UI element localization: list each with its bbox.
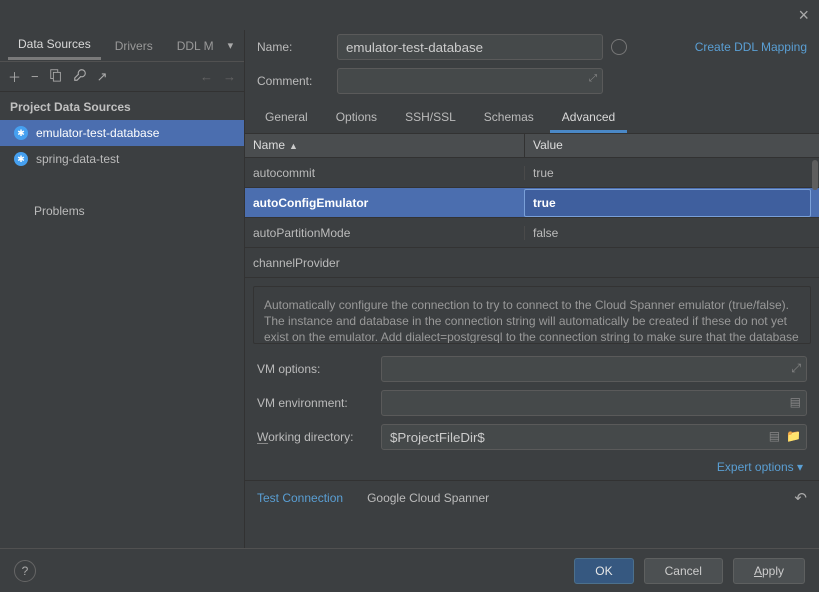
- database-icon: ✱: [14, 126, 28, 140]
- driver-name[interactable]: Google Cloud Spanner: [367, 491, 489, 505]
- copy-icon[interactable]: [49, 68, 63, 85]
- problems-item[interactable]: Problems: [0, 198, 244, 224]
- comment-input[interactable]: [337, 68, 603, 94]
- chevron-down-icon[interactable]: ▾: [228, 39, 234, 52]
- tab-ddl[interactable]: DDL M: [167, 33, 224, 59]
- cancel-button[interactable]: Cancel: [644, 558, 723, 584]
- vm-options-input[interactable]: [381, 356, 807, 382]
- subtab-schemas[interactable]: Schemas: [472, 104, 546, 133]
- data-source-label: spring-data-test: [36, 152, 244, 166]
- expert-options-link[interactable]: Expert options ▾: [717, 460, 803, 474]
- subtab-options[interactable]: Options: [324, 104, 389, 133]
- database-icon: ✱: [14, 152, 28, 166]
- data-source-item[interactable]: ✱ emulator-test-database: [0, 120, 244, 146]
- working-dir-label: Working directory:: [257, 430, 373, 444]
- help-button[interactable]: ?: [14, 560, 36, 582]
- working-dir-input[interactable]: [381, 424, 807, 450]
- property-value[interactable]: false: [524, 226, 819, 240]
- col-name[interactable]: Name▲: [245, 134, 524, 157]
- property-value[interactable]: true: [524, 189, 811, 217]
- expand-icon[interactable]: ⤢: [589, 73, 597, 84]
- data-source-item[interactable]: ✱ spring-data-test: [0, 146, 244, 172]
- sub-tabs: GeneralOptionsSSH/SSLSchemasAdvanced: [245, 104, 819, 134]
- vm-env-input[interactable]: [381, 390, 807, 416]
- color-circle-icon[interactable]: [611, 39, 627, 55]
- list-icon[interactable]: ▤: [790, 395, 801, 409]
- property-name: channelProvider: [245, 256, 524, 270]
- property-row[interactable]: autoPartitionModefalse: [245, 218, 819, 248]
- property-row[interactable]: autocommittrue: [245, 158, 819, 188]
- sort-asc-icon: ▲: [289, 141, 298, 151]
- property-name: autocommit: [245, 166, 524, 180]
- wrench-icon[interactable]: [73, 68, 87, 85]
- subtab-sshssl[interactable]: SSH/SSL: [393, 104, 468, 133]
- vm-env-label: VM environment:: [257, 396, 373, 410]
- property-row[interactable]: channelProvider: [245, 248, 819, 278]
- vm-options-label: VM options:: [257, 362, 373, 376]
- scrollbar-thumb[interactable]: [812, 160, 818, 190]
- remove-icon[interactable]: −: [31, 69, 39, 84]
- expand-icon[interactable]: ⤢: [791, 361, 801, 376]
- subtab-general[interactable]: General: [253, 104, 320, 133]
- export-icon[interactable]: ↗: [97, 69, 108, 85]
- comment-label: Comment:: [257, 74, 329, 88]
- data-source-label: emulator-test-database: [36, 126, 244, 140]
- property-name: autoPartitionMode: [245, 226, 524, 240]
- col-value[interactable]: Value: [524, 134, 819, 157]
- apply-button[interactable]: Apply: [733, 558, 805, 584]
- property-name: autoConfigEmulator: [245, 196, 524, 210]
- top-tabs: Data Sources Drivers DDL M ▾: [0, 30, 244, 62]
- back-icon[interactable]: ←: [200, 69, 213, 84]
- right-panel: Name: Create DDL Mapping Comment: ⤢ Gene…: [245, 30, 819, 548]
- create-ddl-link[interactable]: Create DDL Mapping: [695, 40, 807, 54]
- tab-data-sources[interactable]: Data Sources: [8, 31, 101, 60]
- forward-icon[interactable]: →: [223, 69, 236, 84]
- left-panel: Data Sources Drivers DDL M ▾ ＋ − ↗ ← →: [0, 30, 245, 548]
- subtab-advanced[interactable]: Advanced: [550, 104, 627, 133]
- folder-icon[interactable]: 📁: [786, 429, 801, 443]
- name-input[interactable]: [337, 34, 603, 60]
- name-label: Name:: [257, 40, 329, 54]
- chevron-down-icon: ▾: [797, 460, 803, 474]
- property-description: Automatically configure the connection t…: [253, 286, 811, 344]
- revert-icon[interactable]: ↶: [794, 489, 807, 507]
- add-icon[interactable]: ＋: [8, 67, 21, 86]
- ok-button[interactable]: OK: [574, 558, 633, 584]
- tab-drivers[interactable]: Drivers: [105, 33, 163, 59]
- properties-header: Name▲ Value: [245, 134, 819, 158]
- section-header: Project Data Sources: [0, 92, 244, 120]
- test-connection-link[interactable]: Test Connection: [257, 491, 343, 505]
- list-icon[interactable]: ▤: [769, 429, 780, 443]
- property-value[interactable]: true: [524, 166, 819, 180]
- close-icon[interactable]: ×: [798, 5, 809, 26]
- property-row[interactable]: autoConfigEmulatortrue: [245, 188, 819, 218]
